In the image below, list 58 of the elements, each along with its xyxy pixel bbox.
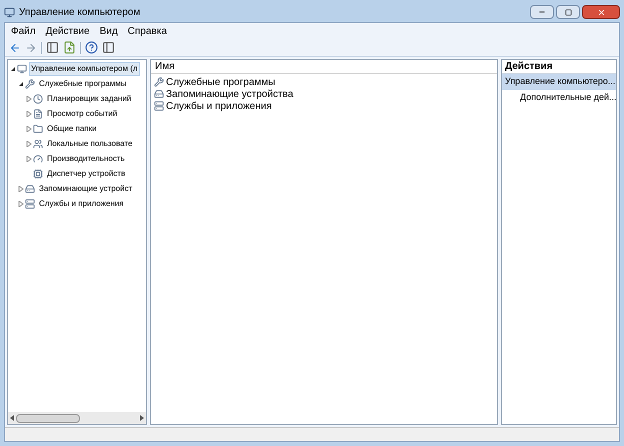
tree-item[interactable]: Локальные пользовате — [45, 136, 134, 150]
tree-item[interactable]: Производительность — [45, 152, 127, 166]
export-icon[interactable] — [63, 41, 76, 54]
document-icon — [33, 108, 43, 118]
clock-icon — [33, 94, 43, 104]
expand-arrow-icon[interactable] — [26, 96, 32, 102]
panel-icon[interactable] — [102, 41, 115, 54]
wrench-icon — [154, 77, 164, 87]
tree-item[interactable]: Планировщик заданий — [45, 92, 134, 106]
collapse-arrow-icon[interactable] — [18, 80, 24, 86]
folder-icon — [33, 124, 43, 134]
tree-item[interactable]: Службы и приложения — [37, 196, 126, 210]
collapse-arrow-icon[interactable] — [10, 66, 16, 72]
users-icon — [33, 138, 43, 148]
menu-item[interactable]: Действие — [46, 24, 90, 38]
maximize-icon — [564, 8, 572, 16]
server-icon — [154, 101, 164, 111]
expand-arrow-icon[interactable] — [26, 140, 32, 146]
window-title: Управление компьютером — [19, 6, 142, 20]
menu-item[interactable]: Вид — [100, 24, 118, 38]
expand-arrow-icon[interactable] — [26, 126, 32, 132]
column-header[interactable]: Имя — [151, 60, 497, 74]
maximize-button[interactable] — [556, 5, 580, 19]
close-icon — [596, 8, 606, 16]
list-item[interactable]: Запоминающие устройства — [166, 86, 294, 102]
panel-icon[interactable] — [46, 41, 59, 54]
close-button[interactable] — [582, 5, 620, 19]
server-icon — [25, 198, 35, 208]
tree-item[interactable]: Управление компьютером (л — [29, 62, 140, 76]
computer-icon — [17, 64, 27, 74]
tree-item[interactable]: Диспетчер устройств — [45, 166, 128, 180]
forward-icon[interactable] — [25, 42, 37, 54]
list-item[interactable]: Служебные программы — [166, 74, 276, 90]
expand-arrow-icon[interactable] — [26, 156, 32, 162]
tree-item[interactable]: Общие папки — [45, 122, 99, 136]
expand-arrow-icon[interactable] — [18, 186, 24, 192]
back-icon[interactable] — [9, 42, 21, 54]
actions-group-header[interactable]: Управление компьютеро... — [502, 74, 616, 90]
help-icon[interactable] — [85, 41, 98, 54]
tree-item[interactable]: Служебные программы — [37, 76, 128, 90]
chip-icon — [33, 168, 43, 178]
computer-icon — [4, 6, 15, 18]
expand-arrow-icon[interactable] — [18, 200, 24, 206]
menu-item[interactable]: Файл — [11, 24, 36, 38]
wrench-icon — [25, 78, 35, 88]
scroll-right-icon[interactable] — [140, 415, 144, 421]
actions-group-title: Управление компьютеро... — [505, 75, 616, 88]
tree-item[interactable]: Запоминающие устройст — [37, 182, 134, 196]
hard-drive-icon — [25, 184, 35, 194]
horizontal-scrollbar[interactable] — [8, 412, 146, 424]
menu-item[interactable]: Справка — [128, 24, 167, 38]
action-link[interactable]: Дополнительные дей... — [520, 90, 617, 104]
scroll-left-icon[interactable] — [10, 415, 14, 421]
list-item[interactable]: Службы и приложения — [166, 98, 272, 114]
expand-arrow-icon[interactable] — [26, 110, 32, 116]
gauge-icon — [33, 154, 43, 164]
hard-drive-icon — [154, 89, 164, 99]
tree-item[interactable]: Просмотр событий — [45, 106, 120, 120]
